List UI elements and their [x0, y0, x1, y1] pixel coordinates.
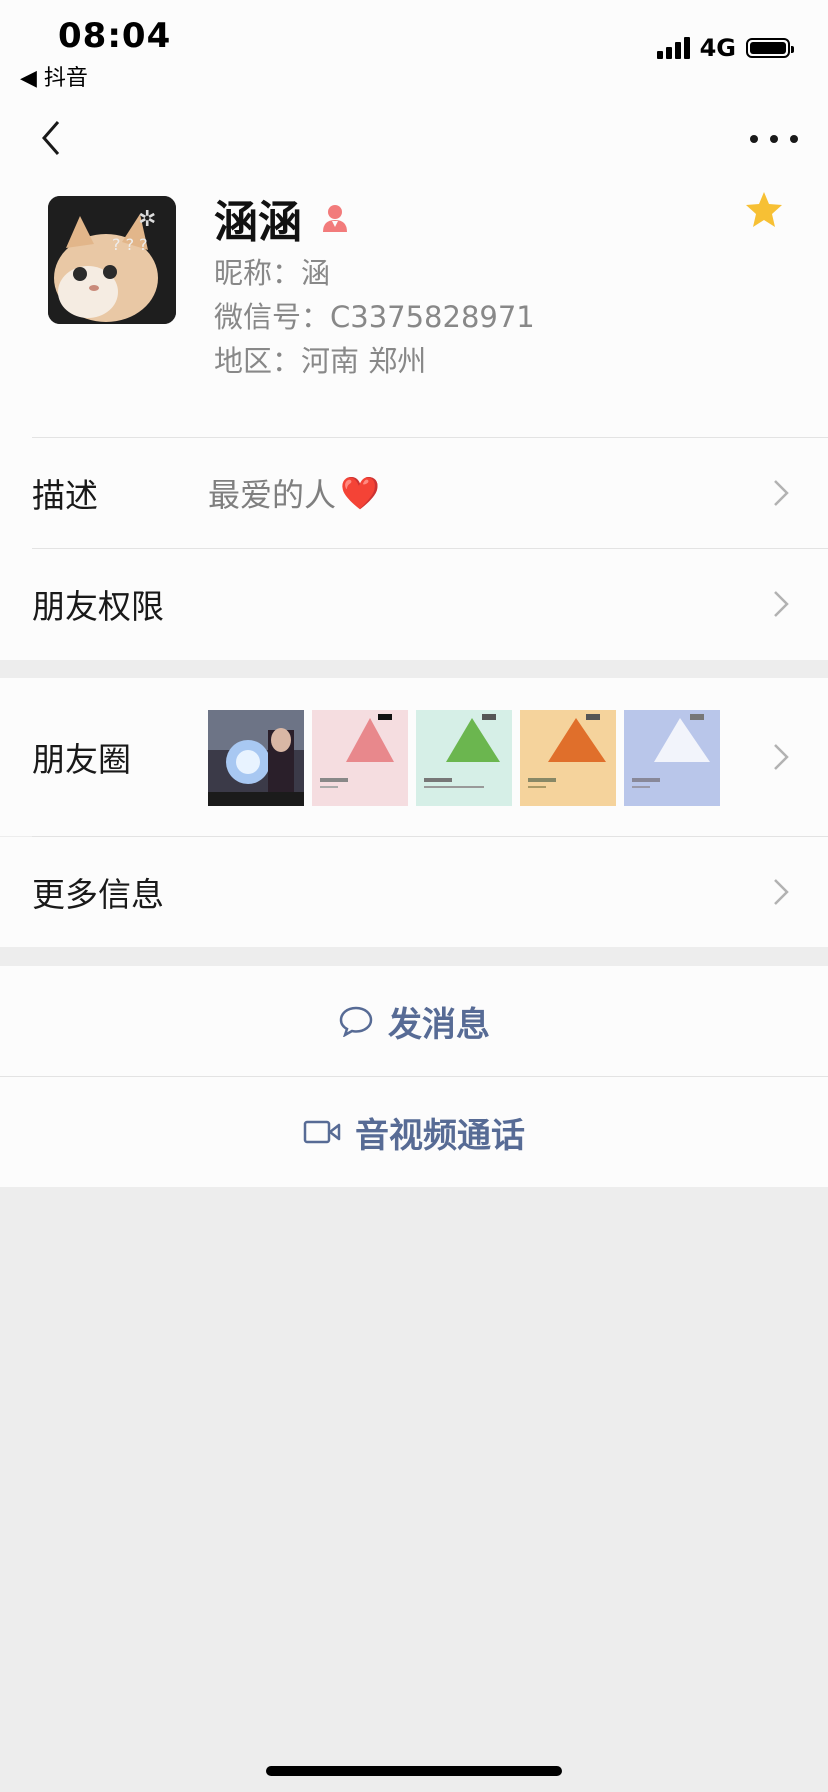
name-row: 涵涵 — [214, 186, 350, 250]
status-time: 08:04 — [58, 16, 172, 56]
female-icon — [323, 205, 347, 232]
home-indicator[interactable] — [266, 1766, 562, 1776]
region: 地区：河南 郑州 — [214, 344, 427, 378]
video-camera-icon — [303, 1120, 341, 1144]
battery-icon — [746, 38, 794, 58]
description-text: 最爱的人 — [208, 476, 337, 514]
video-call-label: 音视频通话 — [355, 1115, 525, 1156]
more-info-row[interactable]: 更多信息 — [0, 837, 828, 947]
permissions-row[interactable]: 朋友权限 — [0, 549, 828, 659]
moments-row[interactable]: 朋友圈 — [0, 678, 828, 836]
chevron-right-icon — [774, 879, 789, 905]
moments-thumbnails — [208, 710, 720, 806]
permissions-label: 朋友权限 — [32, 587, 164, 626]
chevron-right-icon — [774, 591, 789, 617]
more-dots-icon — [750, 135, 758, 143]
video-call-button[interactable]: 音视频通话 — [0, 1077, 828, 1187]
svg-text:? ? ?: ? ? ? — [112, 235, 148, 254]
chevron-right-icon — [774, 480, 789, 506]
moments-label: 朋友圈 — [32, 740, 131, 779]
moment-thumbnail — [520, 710, 616, 806]
back-to-app-link[interactable]: ◀ 抖音 — [20, 60, 88, 92]
wechat-id: 微信号：C3375828971 — [214, 300, 535, 334]
moment-thumbnail — [312, 710, 408, 806]
moment-thumbnail — [208, 710, 304, 806]
moment-thumbnail — [624, 710, 720, 806]
cat-avatar-image: ? ? ? ✲ — [48, 196, 176, 324]
status-indicators: 4G — [656, 34, 794, 62]
svg-text:✲: ✲ — [138, 207, 156, 232]
nickname: 昵称：涵 — [214, 256, 331, 290]
chevron-left-icon — [42, 121, 60, 155]
heart-emoji: ❤️ — [340, 474, 380, 512]
star-button[interactable] — [744, 190, 784, 230]
more-info-label: 更多信息 — [32, 875, 164, 914]
back-button[interactable] — [32, 118, 72, 158]
moment-thumbnail — [416, 710, 512, 806]
send-message-button[interactable]: 发消息 — [0, 966, 828, 1076]
avatar[interactable]: ? ? ? ✲ — [48, 196, 176, 324]
signal-icon — [656, 37, 690, 59]
chevron-right-icon — [774, 744, 789, 770]
more-button[interactable] — [750, 124, 798, 154]
send-message-label: 发消息 — [388, 1004, 490, 1045]
chat-bubble-icon — [339, 1006, 373, 1037]
description-label: 描述 — [32, 476, 98, 515]
star-icon — [746, 192, 782, 227]
description-value: 最爱的人 ❤️ — [208, 470, 380, 516]
contact-name: 涵涵 — [214, 197, 302, 248]
network-type: 4G — [699, 34, 736, 62]
description-row[interactable]: 描述 最爱的人 ❤️ — [0, 438, 828, 548]
